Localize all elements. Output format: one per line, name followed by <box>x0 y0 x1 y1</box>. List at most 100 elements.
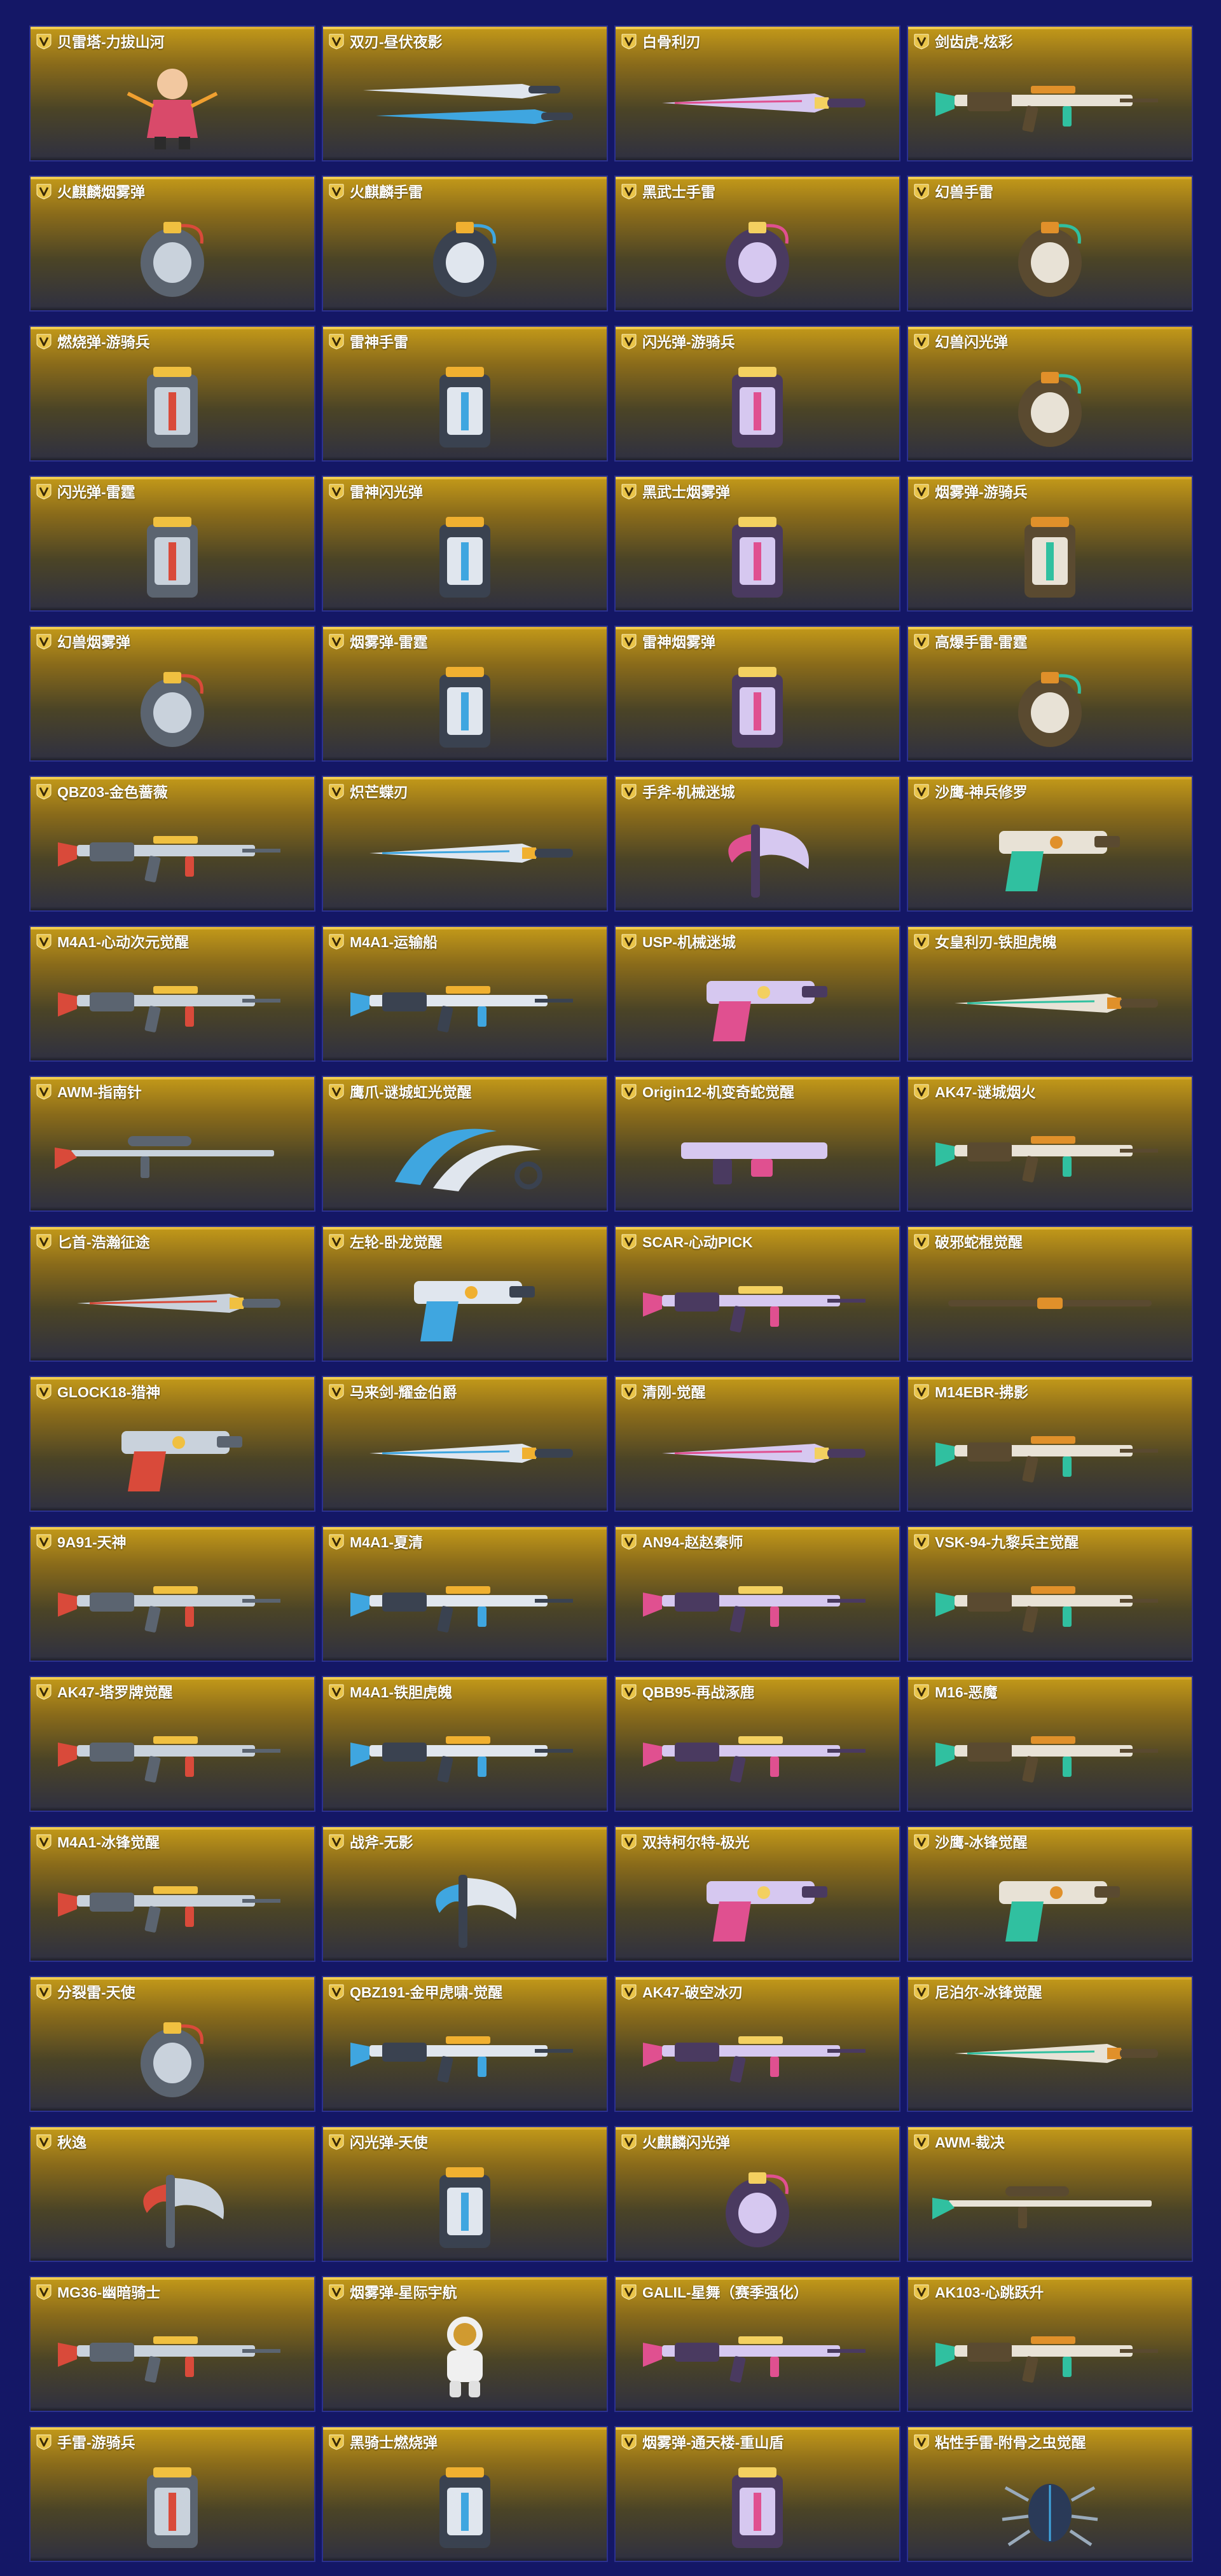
item-card[interactable]: M4A1-心动次元觉醒 <box>29 926 315 1062</box>
item-card[interactable]: GLOCK18-猎神 <box>29 1376 315 1512</box>
item-card[interactable]: 火麒麟烟雾弹 <box>29 175 315 312</box>
grenade-icon <box>929 355 1171 451</box>
rifle-icon <box>637 1256 878 1351</box>
knife-icon <box>637 1406 878 1501</box>
revolver-icon <box>344 1256 586 1351</box>
item-card[interactable]: 闪光弹-游骑兵 <box>614 325 900 462</box>
staff-icon <box>929 1256 1171 1351</box>
item-card[interactable]: 匕首-浩瀚征途 <box>29 1226 315 1362</box>
item-card[interactable]: AWM-裁决 <box>907 2126 1193 2262</box>
item-name: 黑骑士燃烧弹 <box>350 2434 438 2451</box>
item-card[interactable]: 烟雾弹-雷霆 <box>322 626 608 762</box>
item-card[interactable]: 分裂雷-天使 <box>29 1976 315 2112</box>
item-card[interactable]: M4A1-铁胆虎魄 <box>322 1676 608 1812</box>
v-badge-icon <box>621 1383 637 1400</box>
item-card[interactable]: 战斧-无影 <box>322 1826 608 1962</box>
item-card[interactable]: 破邪蛇棍觉醒 <box>907 1226 1193 1362</box>
item-name: MG36-幽暗骑士 <box>57 2284 161 2301</box>
item-card[interactable]: 鹰爪-谜城虹光觉醒 <box>322 1076 608 1212</box>
v-badge-icon <box>328 1983 345 2000</box>
item-card[interactable]: AWM-指南针 <box>29 1076 315 1212</box>
axe-icon <box>344 1856 586 1951</box>
item-card[interactable]: 沙鹰-冰锋觉醒 <box>907 1826 1193 1962</box>
grenade-icon <box>929 205 1171 301</box>
item-name: 黑武士烟雾弹 <box>642 484 730 500</box>
v-badge-icon <box>621 1233 637 1250</box>
v-badge-icon <box>36 1983 52 2000</box>
item-card[interactable]: 幻兽闪光弹 <box>907 325 1193 462</box>
item-card[interactable]: Origin12-机变奇蛇觉醒 <box>614 1076 900 1212</box>
item-card[interactable]: 剑齿虎-炫彩 <box>907 25 1193 161</box>
v-badge-icon <box>621 1533 637 1550</box>
item-card[interactable]: 尼泊尔-冰锋觉醒 <box>907 1976 1193 2112</box>
item-card[interactable]: 手雷-游骑兵 <box>29 2426 315 2562</box>
item-card[interactable]: M4A1-冰锋觉醒 <box>29 1826 315 1962</box>
item-card[interactable]: M14EBR-拂影 <box>907 1376 1193 1512</box>
item-card[interactable]: 闪光弹-雷霆 <box>29 476 315 612</box>
blade-icon <box>929 2006 1171 2101</box>
item-card[interactable]: 沙鹰-神兵修罗 <box>907 776 1193 912</box>
v-badge-icon <box>36 1383 52 1400</box>
item-card[interactable]: USP-机械迷城 <box>614 926 900 1062</box>
item-card[interactable]: 手斧-机械迷城 <box>614 776 900 912</box>
item-name: 剑齿虎-炫彩 <box>935 34 1013 50</box>
item-name: AWM-指南针 <box>57 1084 142 1100</box>
v-badge-icon <box>913 2434 930 2450</box>
item-card[interactable]: QBZ191-金甲虎啸-觉醒 <box>322 1976 608 2112</box>
item-card[interactable]: 雷神烟雾弹 <box>614 626 900 762</box>
item-card[interactable]: 黑骑士燃烧弹 <box>322 2426 608 2562</box>
item-name: 马来剑-耀金伯爵 <box>350 1384 457 1401</box>
item-card[interactable]: 燃烧弹-游骑兵 <box>29 325 315 462</box>
item-card[interactable]: AK47-塔罗牌觉醒 <box>29 1676 315 1812</box>
item-card[interactable]: AN94-赵赵秦师 <box>614 1526 900 1662</box>
item-card[interactable]: 黑武士烟雾弹 <box>614 476 900 612</box>
item-card[interactable]: M4A1-夏清 <box>322 1526 608 1662</box>
item-card[interactable]: SCAR-心动PICK <box>614 1226 900 1362</box>
item-card[interactable]: 清刚-觉醒 <box>614 1376 900 1512</box>
item-card[interactable]: VSK-94-九黎兵主觉醒 <box>907 1526 1193 1662</box>
item-card[interactable]: 烟雾弹-通天楼-重山盾 <box>614 2426 900 2562</box>
item-name: 沙鹰-冰锋觉醒 <box>935 1834 1028 1851</box>
item-card[interactable]: 闪光弹-天使 <box>322 2126 608 2262</box>
item-card[interactable]: GALIL-星舞（赛季强化） <box>614 2276 900 2412</box>
item-card[interactable]: 马来剑-耀金伯爵 <box>322 1376 608 1512</box>
pistol-icon <box>52 1406 293 1501</box>
pistol-icon <box>929 1856 1171 1951</box>
item-card[interactable]: AK47-谜城烟火 <box>907 1076 1193 1212</box>
blade-icon <box>344 805 586 901</box>
item-card[interactable]: M4A1-运输船 <box>322 926 608 1062</box>
item-card[interactable]: 贝雷塔-力拔山河 <box>29 25 315 161</box>
item-card[interactable]: 9A91-天神 <box>29 1526 315 1662</box>
item-card[interactable]: 双持柯尔特-极光 <box>614 1826 900 1962</box>
item-card[interactable]: 幻兽烟雾弹 <box>29 626 315 762</box>
item-card[interactable]: 烟雾弹-星际宇航 <box>322 2276 608 2412</box>
item-card[interactable]: 粘性手雷-附骨之虫觉醒 <box>907 2426 1193 2562</box>
item-card[interactable]: 火麒麟手雷 <box>322 175 608 312</box>
item-card[interactable]: QBB95-再战涿鹿 <box>614 1676 900 1812</box>
item-card[interactable]: 炽芒蝶刃 <box>322 776 608 912</box>
item-name: GLOCK18-猎神 <box>57 1384 161 1401</box>
item-card[interactable]: 火麒麟闪光弹 <box>614 2126 900 2262</box>
item-card[interactable]: QBZ03-金色蔷薇 <box>29 776 315 912</box>
item-card[interactable]: 秋逸 <box>29 2126 315 2262</box>
item-card[interactable]: 雷神手雷 <box>322 325 608 462</box>
rifle-icon <box>929 1706 1171 1801</box>
item-card[interactable]: M16-恶魔 <box>907 1676 1193 1812</box>
v-badge-icon <box>328 483 345 500</box>
item-card[interactable]: 左轮-卧龙觉醒 <box>322 1226 608 1362</box>
item-name: USP-机械迷城 <box>642 934 736 950</box>
item-card[interactable]: MG36-幽暗骑士 <box>29 2276 315 2412</box>
item-card[interactable]: 白骨利刃 <box>614 25 900 161</box>
item-card[interactable]: 烟雾弹-游骑兵 <box>907 476 1193 612</box>
v-badge-icon <box>36 33 52 50</box>
item-card[interactable]: 幻兽手雷 <box>907 175 1193 312</box>
item-card[interactable]: 高爆手雷-雷霆 <box>907 626 1193 762</box>
v-badge-icon <box>328 1683 345 1700</box>
v-badge-icon <box>36 1533 52 1550</box>
item-card[interactable]: AK103-心跳跃升 <box>907 2276 1193 2412</box>
item-card[interactable]: AK47-破空冰刃 <box>614 1976 900 2112</box>
item-card[interactable]: 双刃-昼伏夜影 <box>322 25 608 161</box>
item-card[interactable]: 女皇利刃-铁胆虎魄 <box>907 926 1193 1062</box>
item-card[interactable]: 黑武士手雷 <box>614 175 900 312</box>
item-card[interactable]: 雷神闪光弹 <box>322 476 608 612</box>
